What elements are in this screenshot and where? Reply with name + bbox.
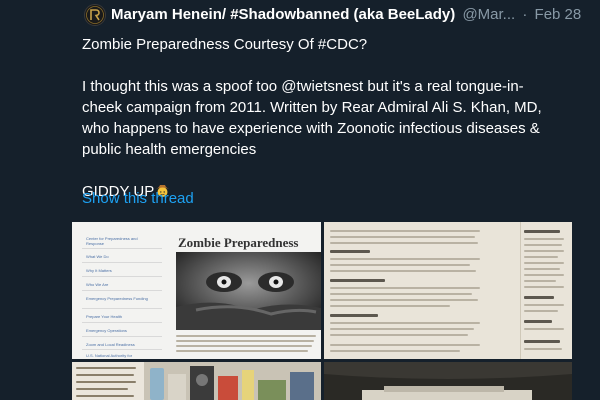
sidebar-entry: Emergency Operations [86,328,127,333]
avatar-logo-icon [85,5,105,25]
zombie-preparedness-heading: Zombie Preparedness [178,235,299,250]
tweet-line-body: I thought this was a spoof too @twietsne… [82,78,542,158]
sidebar-entry: What We Do [86,254,109,259]
sidebar-entry: Center for Preparedness and Response [86,236,138,246]
sidebar-entry: Zoom and Local Readiness [86,342,135,347]
sidebar-entry: U.S. National Authority for [86,353,133,358]
sidebar-entry: Emergency Preparedness Funding [86,296,148,301]
emergency-supplies-photo-icon [144,362,321,400]
author-avatar[interactable] [84,4,106,26]
sidebar-entry: Why It Matters [86,268,112,273]
sidebar-entry: Prepare Your Health [86,314,123,319]
poster-graphic-icon [324,362,572,400]
media-image-supplies[interactable] [72,362,321,400]
author-handle[interactable]: @Mar... [462,6,515,23]
separator-dot: · [522,6,528,23]
sidebar-entry: Who We Are [86,282,109,287]
tweet-line-title: Zombie Preparedness Courtesy Of #CDC? [82,36,368,53]
media-image-document[interactable] [324,222,572,359]
show-thread-link[interactable]: Show this thread [82,190,194,207]
tweet-date[interactable]: Feb 28 [535,6,582,23]
zombie-face-photo-icon [176,252,321,330]
media-image-dark-poster[interactable] [324,362,572,400]
tweet[interactable]: Maryam Henein/ #Shadowbanned (aka BeeLad… [0,0,600,400]
tweet-text: Zombie Preparedness Courtesy Of #CDC? I … [82,34,562,202]
tweet-header: Maryam Henein/ #Shadowbanned (aka BeeLad… [111,6,590,26]
author-name[interactable]: Maryam Henein/ #Shadowbanned (aka BeeLad… [111,6,455,23]
media-grid: Center for Preparedness and Response Wha… [72,222,572,400]
media-image-cdc-page[interactable]: Center for Preparedness and Response Wha… [72,222,321,359]
